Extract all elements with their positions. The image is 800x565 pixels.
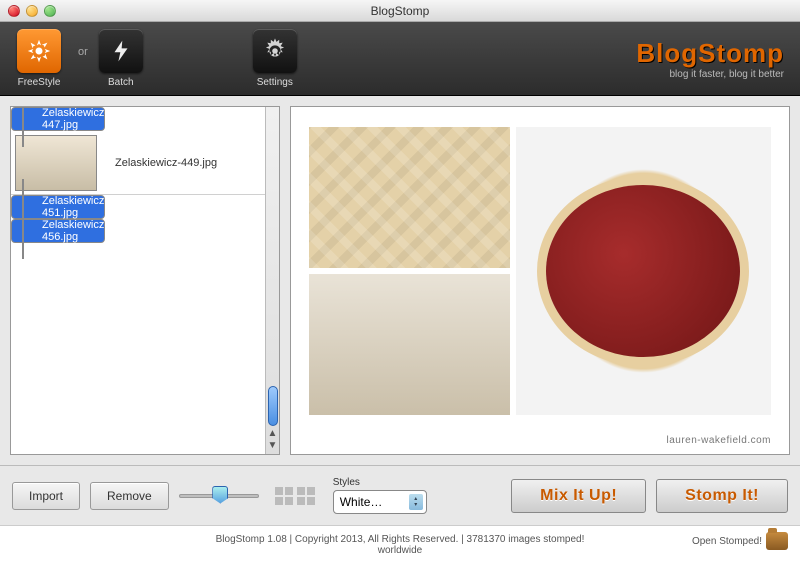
freestyle-icon: [17, 29, 61, 73]
batch-icon: [99, 29, 143, 73]
thumbnail-list: Zelaskiewicz-447.jpg Zelaskiewicz-449.jpg…: [11, 107, 265, 454]
styles-label: Styles: [333, 477, 427, 488]
settings-icon: [253, 29, 297, 73]
file-name: Zelaskiewicz-449.jpg: [115, 157, 217, 169]
preview-image-1: [309, 127, 510, 268]
mix-it-up-button[interactable]: Mix It Up!: [511, 479, 646, 513]
styles-selected-value: White…: [340, 495, 383, 509]
chevron-updown-icon: ▴▾: [409, 494, 423, 510]
status-line-2: worldwide: [216, 545, 585, 556]
main-toolbar: FreeStyle or Batch Settings BlogStomp bl…: [0, 22, 800, 96]
file-name: Zelaskiewicz-451.jpg: [42, 195, 108, 219]
import-button[interactable]: Import: [12, 482, 80, 510]
styles-select[interactable]: White… ▴▾: [333, 490, 427, 514]
content-area: Zelaskiewicz-447.jpg Zelaskiewicz-449.jpg…: [0, 96, 800, 466]
freestyle-label: FreeStyle: [18, 77, 61, 88]
window-title: BlogStomp: [0, 4, 800, 18]
large-grid-icon[interactable]: [297, 487, 315, 505]
brand-tagline: blog it faster, blog it better: [636, 69, 784, 80]
settings-button[interactable]: Settings: [246, 29, 304, 88]
bottom-toolbar: Import Remove Styles White… ▴▾ Mix It Up…: [0, 466, 800, 526]
status-line-1: BlogStomp 1.08 | Copyright 2013, All Rig…: [216, 534, 585, 545]
remove-button[interactable]: Remove: [90, 482, 169, 510]
watermark-text: lauren-wakefield.com: [309, 435, 771, 446]
toolbar-or-text: or: [78, 46, 88, 58]
preview-image-2: [309, 274, 510, 415]
open-stomped-label: Open Stomped!: [692, 536, 762, 547]
status-bar: BlogStomp 1.08 | Copyright 2013, All Rig…: [0, 526, 800, 564]
scroll-up-icon[interactable]: ▲: [267, 428, 279, 440]
preview-image-3: [516, 127, 771, 415]
collage-preview: [309, 127, 771, 415]
brand-text: BlogStomp: [636, 38, 784, 69]
settings-label: Settings: [257, 77, 293, 88]
open-stomped-button[interactable]: Open Stomped!: [692, 532, 788, 550]
slider-knob[interactable]: [212, 486, 228, 504]
thumbnail-size-slider[interactable]: [179, 486, 259, 506]
thumbnail-sidebar: Zelaskiewicz-447.jpg Zelaskiewicz-449.jpg…: [10, 106, 280, 455]
list-item[interactable]: Zelaskiewicz-449.jpg: [11, 131, 265, 195]
folder-icon: [766, 532, 788, 550]
scrollbar-handle[interactable]: [268, 386, 278, 426]
preview-panel: lauren-wakefield.com: [290, 106, 790, 455]
list-item[interactable]: Zelaskiewicz-447.jpg: [11, 107, 105, 131]
thumbnail-image: [22, 203, 24, 259]
window-titlebar: BlogStomp: [0, 0, 800, 22]
small-grid-icon[interactable]: [275, 487, 293, 505]
file-name: Zelaskiewicz-456.jpg: [42, 219, 108, 243]
thumbnail-image: [15, 135, 97, 191]
list-item[interactable]: Zelaskiewicz-456.jpg: [11, 219, 105, 243]
thumbnail-image: [22, 107, 24, 147]
app-logo: BlogStomp blog it faster, blog it better: [636, 38, 790, 80]
scroll-down-icon[interactable]: ▼: [267, 440, 279, 452]
batch-button[interactable]: Batch: [92, 29, 150, 88]
freestyle-button[interactable]: FreeStyle: [10, 29, 68, 88]
batch-label: Batch: [108, 77, 134, 88]
stomp-it-button[interactable]: Stomp It!: [656, 479, 788, 513]
sidebar-scrollbar[interactable]: ▲ ▼: [265, 107, 279, 454]
file-name: Zelaskiewicz-447.jpg: [42, 107, 108, 131]
list-item[interactable]: Zelaskiewicz-451.jpg: [11, 195, 105, 219]
